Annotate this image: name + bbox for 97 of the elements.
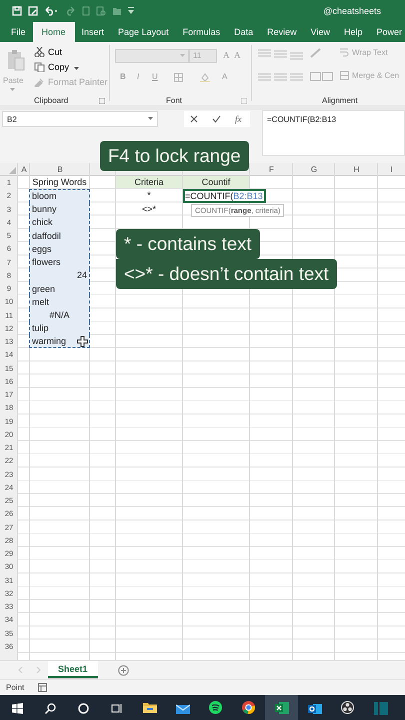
spreadsheet-app-icon (274, 702, 288, 714)
table-cell-text: <>* (140, 202, 157, 215)
group-label: Font (166, 96, 182, 105)
redo-icon[interactable] (64, 6, 76, 16)
brush-icon (34, 77, 45, 87)
copy-icon (34, 62, 45, 72)
dialog-launcher-icon[interactable] (99, 98, 105, 104)
mail-icon (176, 703, 190, 714)
copy-button[interactable]: Copy (34, 62, 70, 72)
print-preview-icon[interactable] (96, 6, 106, 16)
table-cell: Criteria (116, 176, 182, 188)
wrap-icon (340, 48, 349, 57)
folder-icon (142, 702, 156, 713)
ribbon-tab[interactable]: Home (32, 22, 75, 42)
align-center-icon[interactable] (274, 73, 287, 81)
align-bottom-icon[interactable] (290, 52, 303, 60)
customize-caret-icon[interactable] (128, 7, 134, 15)
mail-app-icon (308, 702, 322, 714)
caret-icon (148, 117, 153, 121)
scissors-icon (34, 47, 45, 57)
ribbon-tab[interactable]: Help (337, 22, 370, 42)
column-header[interactable]: B (30, 163, 90, 176)
ribbon-tab[interactable]: Review (260, 22, 304, 42)
table-cell: warming (29, 335, 90, 348)
caption-text: <>* - doesn’t contain text (116, 259, 337, 289)
orientation-icon[interactable] (310, 48, 322, 58)
align-left-icon[interactable] (258, 73, 271, 81)
ribbon-tab[interactable]: Insert (74, 22, 112, 42)
borders-icon[interactable] (174, 73, 183, 82)
column-header[interactable]: A (18, 163, 30, 176)
macro-record-icon[interactable] (38, 683, 48, 692)
check-icon[interactable] (212, 115, 221, 123)
scroll-right-icon[interactable] (36, 667, 41, 673)
save-as-icon[interactable] (28, 6, 38, 16)
scroll-left-icon[interactable] (18, 667, 23, 673)
column-header[interactable]: I (378, 163, 405, 176)
name-box[interactable]: B2 (2, 111, 158, 127)
cut-button[interactable]: Cut (34, 47, 62, 57)
table-cell: daffodil (29, 229, 90, 242)
select-all-icon[interactable] (9, 167, 16, 174)
app-icon (374, 702, 388, 715)
column-header[interactable]: G (293, 163, 335, 176)
table-cell: green (29, 282, 90, 296)
recorder-icon (341, 701, 354, 714)
dialog-launcher-icon[interactable] (241, 98, 247, 104)
ribbon-tab[interactable]: Data (227, 22, 260, 42)
table-cell: Countif (183, 176, 249, 188)
table-cell: 24 (29, 268, 90, 282)
table-cell: flowers (29, 256, 90, 269)
column-header[interactable]: F (250, 163, 293, 176)
font-name-field[interactable] (115, 49, 189, 63)
align-top-icon[interactable] (258, 49, 271, 57)
group-label: Clipboard (34, 96, 68, 105)
align-middle-icon[interactable] (274, 50, 287, 58)
caption-text: * - contains text (116, 229, 260, 259)
windows-icon (12, 703, 23, 714)
table-cell: eggs (29, 242, 90, 256)
table-cell: chick (29, 216, 90, 229)
insert-function-button[interactable]: fx (235, 114, 242, 124)
table-cell-text: Spring Words (31, 176, 88, 188)
table-cell: tulip (29, 322, 90, 335)
ribbon-tab[interactable]: View (304, 22, 337, 42)
group-label: Alignment (322, 96, 358, 105)
undo-icon[interactable] (44, 6, 58, 16)
folder-icon[interactable] (112, 6, 122, 16)
caption-text: F4 to lock range (100, 141, 249, 171)
ribbon-tab[interactable]: File (4, 22, 33, 42)
sheet-tab[interactable]: Sheet1 (48, 661, 98, 678)
spotify-icon (209, 701, 222, 714)
status-mode: Point (6, 683, 24, 692)
new-file-icon[interactable] (82, 6, 90, 16)
search-icon (45, 703, 56, 714)
column-header[interactable]: H (335, 163, 378, 176)
indent-icon[interactable] (310, 72, 334, 81)
fill-color-icon[interactable] (200, 73, 210, 82)
ribbon-tab[interactable]: Power (370, 22, 405, 42)
save-icon[interactable] (12, 6, 22, 16)
table-cell: =COUNTIF(B2:B13 (183, 189, 266, 202)
formula-field[interactable]: =COUNTIF(B2:B13 (262, 110, 405, 156)
cursor-icon (77, 336, 88, 347)
table-cell: bloom (29, 189, 90, 202)
table-cell: bunny (29, 202, 90, 216)
table-cell-text: * (146, 189, 152, 202)
table-cell: melt (29, 295, 90, 308)
add-sheet-icon[interactable] (118, 665, 129, 676)
cancel-icon[interactable] (190, 115, 198, 123)
account-name: @cheatsheets (323, 6, 381, 16)
ribbon-tab[interactable]: Formulas (176, 22, 228, 42)
chrome-icon (242, 701, 255, 714)
circle-icon (78, 703, 89, 714)
table-cell: #N/A (29, 308, 90, 322)
merge-icon (340, 71, 349, 80)
align-right-icon[interactable] (290, 73, 303, 81)
paste-icon[interactable] (7, 49, 25, 71)
task-view-icon (110, 703, 122, 714)
ribbon-tab[interactable]: Page Layout (111, 22, 176, 42)
caret-icon[interactable] (74, 67, 79, 71)
